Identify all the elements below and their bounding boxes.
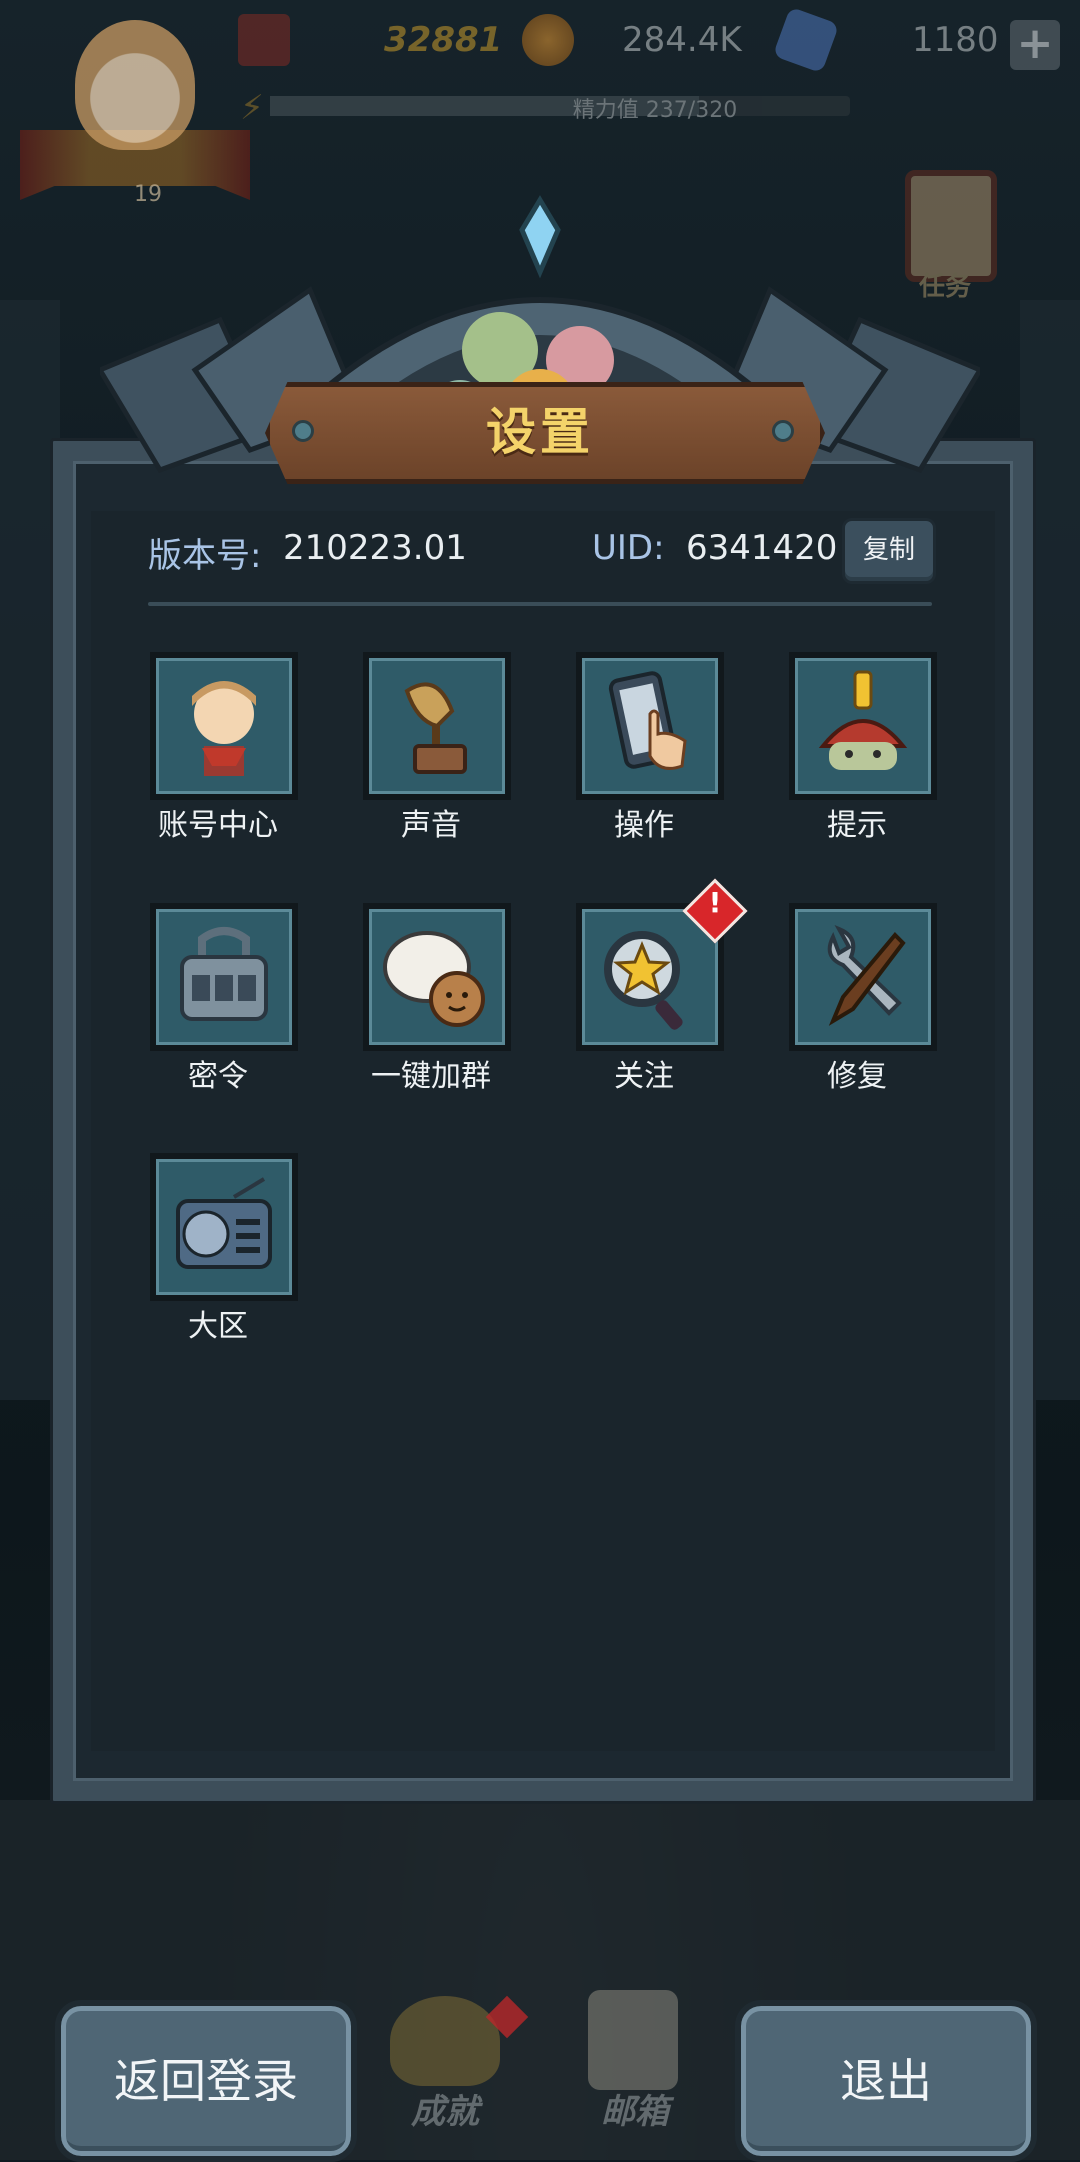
item-label: 修复 xyxy=(827,1059,887,1094)
crest-gem xyxy=(519,195,561,279)
setting-secret-code[interactable]: 密令 xyxy=(120,903,300,1103)
page-title: 设置 xyxy=(486,403,594,461)
setting-follow[interactable]: 关注 xyxy=(546,903,726,1103)
gold-value: 284.4K xyxy=(622,20,742,60)
achievement-cup-icon[interactable] xyxy=(390,1996,500,2086)
tools-icon xyxy=(789,903,937,1051)
setting-server-region[interactable]: 大区 xyxy=(120,1153,300,1353)
setting-controls[interactable]: 操作 xyxy=(546,652,726,852)
add-gems-button[interactable]: + xyxy=(1010,20,1060,70)
chat-group-icon xyxy=(363,903,511,1051)
item-label: 一键加群 xyxy=(371,1059,491,1094)
exit-button[interactable]: 退出 xyxy=(735,2000,1037,2162)
account-icon xyxy=(150,652,298,800)
setting-hints[interactable]: 提示 xyxy=(759,652,939,852)
radio-icon xyxy=(150,1153,298,1301)
setting-join-group[interactable]: 一键加群 xyxy=(333,903,513,1103)
item-label: 提示 xyxy=(827,808,887,843)
uid-value: 6341420 xyxy=(686,528,838,568)
avatar-face xyxy=(75,20,195,150)
gramophone-icon xyxy=(363,652,511,800)
gold-coin-icon[interactable] xyxy=(522,14,574,66)
alert-icon: ! xyxy=(708,886,722,919)
stamina-bolt-icon: ⚡ xyxy=(240,88,264,128)
coins-value: 32881 xyxy=(384,20,503,60)
achievements-label[interactable]: 成就 xyxy=(380,2084,510,2133)
version-value: 210223.01 xyxy=(283,528,467,568)
gem-icon[interactable] xyxy=(772,6,840,74)
item-label: 关注 xyxy=(614,1059,674,1094)
lock-icon xyxy=(150,903,298,1051)
gems-value: 1180 xyxy=(912,20,999,60)
settings-panel xyxy=(50,438,1036,1804)
version-label: 版本号: xyxy=(148,536,262,576)
item-label: 操作 xyxy=(614,808,674,843)
setting-repair[interactable]: 修复 xyxy=(759,903,939,1103)
item-label: 声音 xyxy=(401,808,461,843)
item-label: 大区 xyxy=(188,1309,248,1344)
hint-icon xyxy=(789,652,937,800)
back-to-login-label: 返回登录 xyxy=(114,2054,298,2108)
setting-account-center[interactable]: 账号中心 xyxy=(120,652,300,852)
back-to-login-button[interactable]: 返回登录 xyxy=(55,2000,357,2162)
mail-scroll-icon[interactable] xyxy=(588,1990,678,2090)
uid-label: UID: xyxy=(592,528,665,568)
panel-divider xyxy=(148,602,932,606)
item-label: 账号中心 xyxy=(158,808,278,843)
phone-touch-icon xyxy=(576,652,724,800)
setting-sound[interactable]: 声音 xyxy=(333,652,513,852)
trophy-icon xyxy=(238,14,290,66)
mail-label[interactable]: 邮箱 xyxy=(570,2084,700,2133)
item-label: 密令 xyxy=(188,1059,248,1094)
stamina-text: 精力值 237/320 xyxy=(572,98,738,123)
copy-uid-button[interactable]: 复制 xyxy=(842,518,936,584)
exit-label: 退出 xyxy=(840,2054,932,2108)
